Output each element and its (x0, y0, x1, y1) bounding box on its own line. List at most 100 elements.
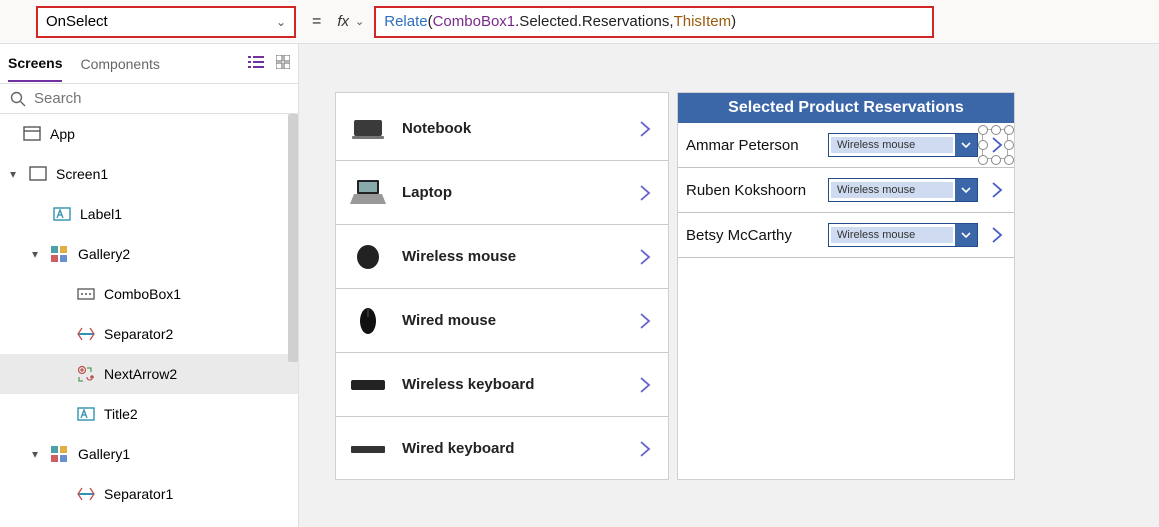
tree-item-separator2[interactable]: Separator2 (0, 314, 298, 354)
property-selector[interactable]: ⌄ (36, 6, 296, 38)
product-name: Wireless keyboard (402, 376, 624, 393)
next-arrow[interactable] (988, 135, 1006, 155)
tree-view-panel: Screens Components App ▲ Screen1 Label1 ▲ Gal… (0, 44, 299, 527)
tab-screens[interactable]: Screens (8, 46, 62, 82)
reservation-row[interactable]: Betsy McCarthy Wireless mouse (678, 213, 1014, 258)
combobox-icon (76, 284, 96, 304)
product-thumb (348, 240, 388, 274)
product-name: Laptop (402, 184, 624, 201)
scrollbar[interactable] (288, 114, 298, 362)
formula-token: ThisItem (674, 13, 732, 30)
grid-icon[interactable] (276, 55, 290, 72)
combobox-value: Wireless mouse (831, 227, 953, 243)
search-input[interactable] (34, 90, 288, 107)
reservation-name: Ruben Kokshoorn (686, 182, 818, 199)
formula-token: ) (731, 13, 736, 30)
product-thumb (348, 112, 388, 146)
separator-icon (76, 484, 96, 504)
screen-icon (28, 164, 48, 184)
product-row[interactable]: Wired keyboard (336, 417, 668, 480)
tree-tabs: Screens Components (0, 44, 298, 84)
product-row[interactable]: Wireless mouse (336, 225, 668, 289)
tree-item-label1[interactable]: Label1 (0, 194, 298, 234)
product-row[interactable]: Wireless keyboard (336, 353, 668, 417)
product-thumb (348, 304, 388, 338)
chevron-right-icon[interactable] (638, 120, 656, 138)
tree-item-combobox1[interactable]: ComboBox1 (0, 274, 298, 314)
chevron-right-icon[interactable] (638, 248, 656, 266)
reservations-header: Selected Product Reservations (678, 93, 1014, 123)
product-thumb (348, 368, 388, 402)
product-name: Wireless mouse (402, 248, 624, 265)
tree-item-separator1[interactable]: Separator1 (0, 474, 298, 514)
product-name: Notebook (402, 120, 624, 137)
gallery-reservations[interactable]: Selected Product Reservations Ammar Pete… (677, 92, 1015, 480)
tree-item-label: Separator1 (104, 486, 173, 502)
label-icon (52, 204, 72, 224)
caret-icon[interactable]: ▲ (28, 449, 42, 460)
chevron-right-icon[interactable] (638, 184, 656, 202)
label-icon (76, 404, 96, 424)
formula-token: ComboBox1 (433, 13, 516, 30)
next-arrow[interactable] (988, 225, 1006, 245)
tab-components[interactable]: Components (80, 47, 159, 81)
chevron-right-icon[interactable] (638, 440, 656, 458)
gallery-products[interactable]: Notebook Laptop Wireless mouse Wired mouse W… (335, 92, 669, 480)
product-thumb (348, 432, 388, 466)
chevron-right-icon[interactable] (638, 376, 656, 394)
tree-item-label: Gallery2 (78, 246, 130, 262)
property-input[interactable] (46, 13, 276, 30)
tree-item-screen1[interactable]: ▲ Screen1 (0, 154, 298, 194)
canvas[interactable]: Notebook Laptop Wireless mouse Wired mouse W… (299, 44, 1159, 527)
product-row[interactable]: Laptop (336, 161, 668, 225)
search-row (0, 84, 298, 114)
list-icon[interactable] (248, 55, 264, 72)
tree-item-app[interactable]: App (0, 114, 298, 154)
product-row[interactable]: Wired mouse (336, 289, 668, 353)
product-row[interactable]: Notebook (336, 97, 668, 161)
reservation-name: Betsy McCarthy (686, 227, 818, 244)
combobox-value: Wireless mouse (831, 137, 953, 153)
formula-bar: ⌄ = fx ⌄ Relate( ComboBox1.Selected.Rese… (0, 0, 1159, 44)
combobox[interactable]: Wireless mouse (828, 223, 978, 247)
tree-item-label: Separator2 (104, 326, 173, 342)
combobox[interactable]: Wireless mouse (828, 133, 978, 157)
chevron-right-icon[interactable] (638, 312, 656, 330)
fx-label[interactable]: fx ⌄ (337, 13, 364, 30)
search-icon (10, 91, 26, 107)
tree-item-gallery1[interactable]: ▲ Gallery1 (0, 434, 298, 474)
product-name: Wired mouse (402, 312, 624, 329)
tree-item-label: Screen1 (56, 166, 108, 182)
tree-item-nextarrow2[interactable]: NextArrow2 (0, 354, 298, 394)
gallery-icon (50, 444, 70, 464)
combobox-value: Wireless mouse (831, 182, 953, 198)
tree-view[interactable]: App ▲ Screen1 Label1 ▲ Gallery2 ComboBox1 Separ… (0, 114, 298, 527)
product-name: Wired keyboard (402, 440, 624, 457)
caret-icon[interactable]: ▲ (6, 169, 20, 180)
tree-item-label: Title2 (104, 406, 138, 422)
tree-item-gallery2[interactable]: ▲ Gallery2 (0, 234, 298, 274)
formula-token: .Selected.Reservations (515, 13, 669, 30)
combobox[interactable]: Wireless mouse (828, 178, 978, 202)
chevron-down-icon[interactable] (955, 179, 977, 201)
formula-token: Relate (384, 13, 427, 30)
tree-item-label: NextArrow2 (104, 366, 177, 382)
chevron-down-icon[interactable]: ⌄ (355, 15, 364, 28)
tree-item-label: Gallery1 (78, 446, 130, 462)
chevron-down-icon[interactable] (955, 134, 977, 156)
reservation-name: Ammar Peterson (686, 137, 818, 154)
nextarrow-icon (76, 364, 96, 384)
product-thumb (348, 176, 388, 210)
reservation-row[interactable]: Ruben Kokshoorn Wireless mouse (678, 168, 1014, 213)
chevron-down-icon[interactable] (955, 224, 977, 246)
tree-item-label: App (50, 126, 75, 142)
chevron-down-icon[interactable]: ⌄ (276, 15, 286, 29)
app-icon (22, 124, 42, 144)
separator-icon (76, 324, 96, 344)
reservation-row[interactable]: Ammar Peterson Wireless mouse (678, 123, 1014, 168)
tree-item-title2[interactable]: Title2 (0, 394, 298, 434)
next-arrow[interactable] (988, 180, 1006, 200)
tree-item-label: Label1 (80, 206, 122, 222)
caret-icon[interactable]: ▲ (28, 249, 42, 260)
formula-input[interactable]: Relate( ComboBox1.Selected.Reservations,… (374, 6, 934, 38)
